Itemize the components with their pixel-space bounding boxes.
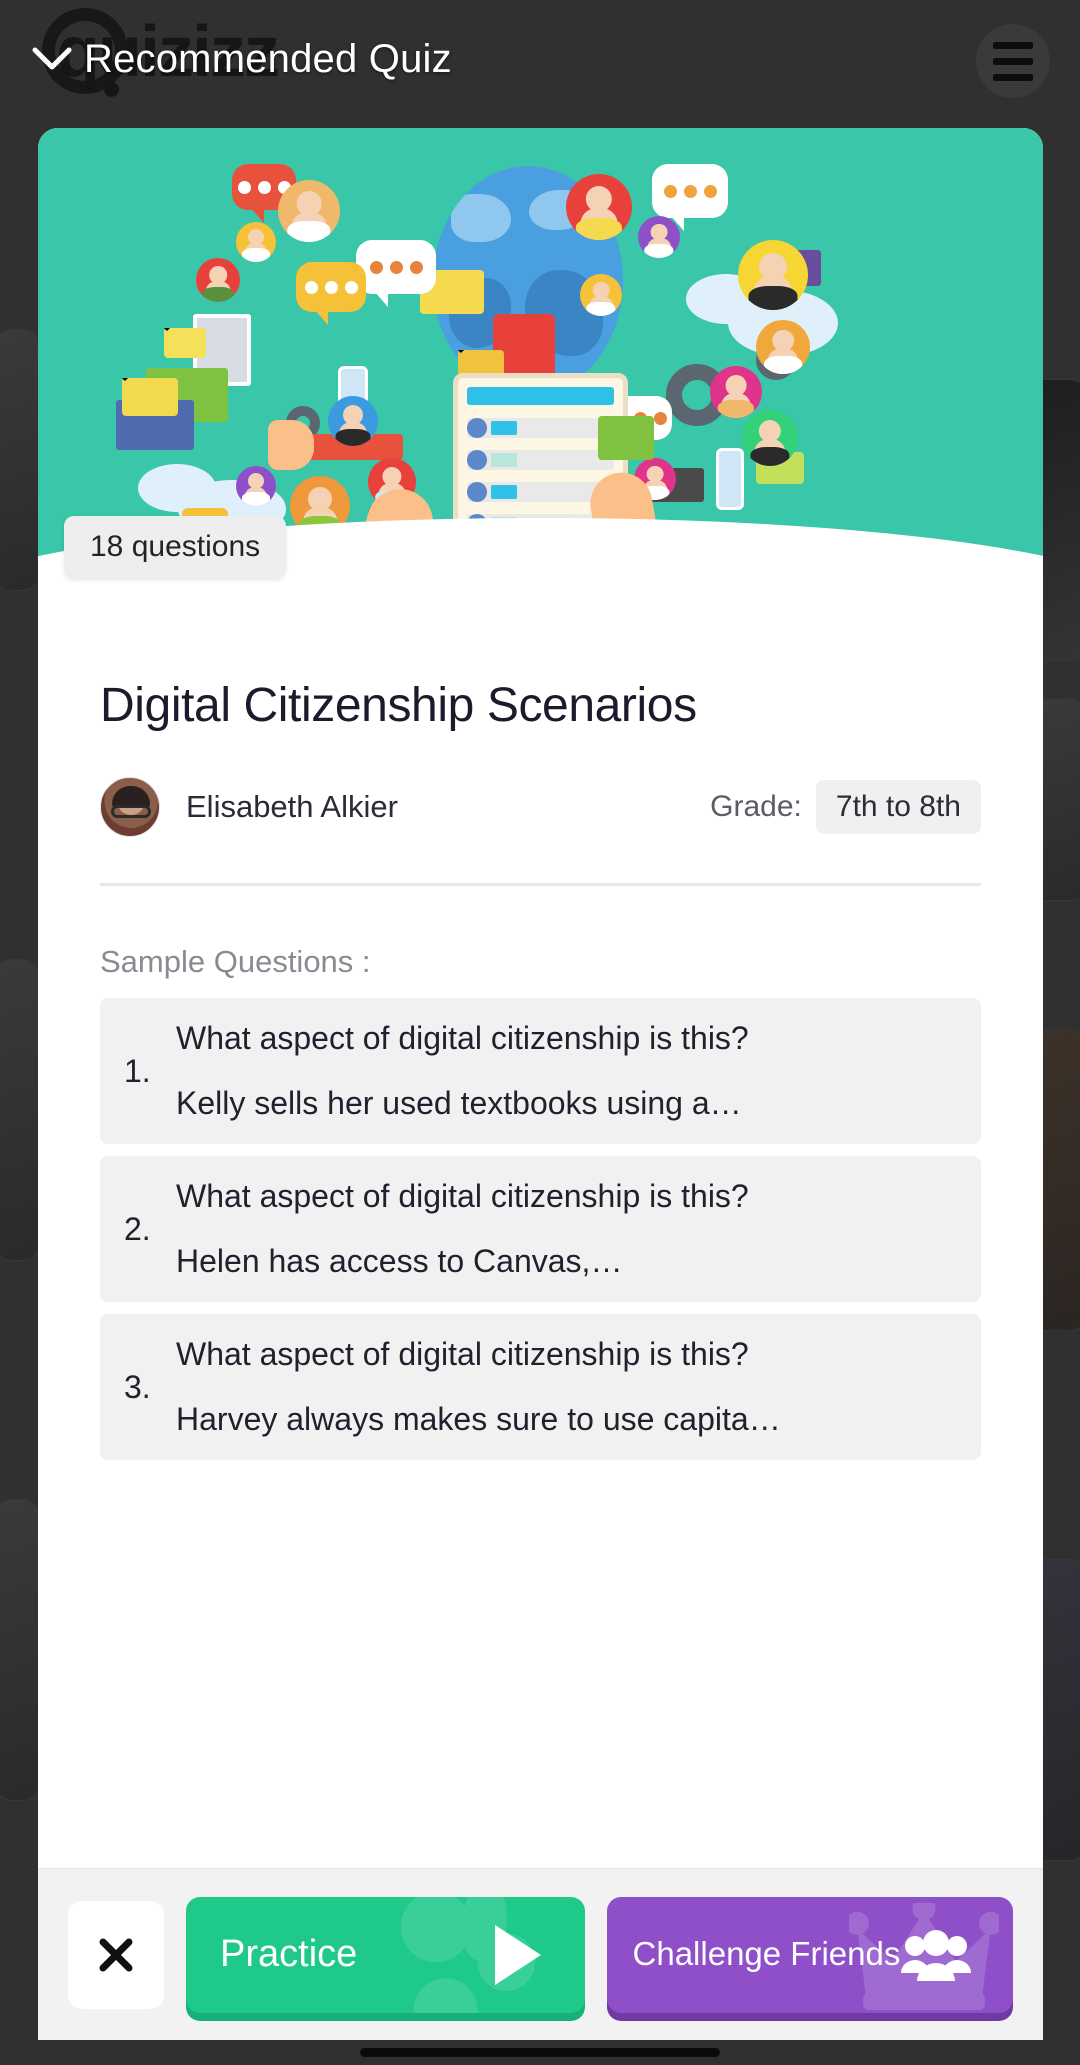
table-row[interactable]: 3. What aspect of digital citizenship is… [100,1314,981,1460]
avatar-icon [742,410,798,466]
avatar-icon [738,240,808,310]
table-row[interactable]: 2. What aspect of digital citizenship is… [100,1156,981,1302]
background-card [0,330,40,590]
grade-group: Grade: 7th to 8th [710,780,981,834]
question-detail: Kelly sells her used textbooks using a… [176,1085,742,1121]
question-prompt: What aspect of digital citizenship is th… [176,1336,749,1372]
close-x-icon [99,1938,133,1971]
practice-label: Practice [220,1933,358,1975]
question-detail: Harvey always makes sure to use capita… [176,1401,781,1437]
top-bar: Recommended Quiz [0,0,1080,118]
app-root: quizizz Recommended Quiz 18 questions Di… [0,0,1080,2065]
question-prompt: What aspect of digital citizenship is th… [176,1178,749,1214]
avatar-icon [278,180,340,242]
digital-communication-illustration [38,128,1043,568]
question-count-badge: 18 questions [64,516,287,578]
question-detail: Helen has access to Canvas,… [176,1243,623,1279]
challenge-friends-label: Challenge Friends [632,1935,901,1973]
bottom-action-bar: Practice Challenge Friends [38,1868,1043,2040]
quiz-meta: Elisabeth Alkier Grade: 7th to 8th [100,777,981,837]
avatar-icon [710,366,762,418]
author-name: Elisabeth Alkier [186,789,398,824]
avatar-icon [638,216,680,258]
author-avatar [100,777,160,837]
envelope-icon [164,328,206,358]
speech-bubble-icon [356,240,436,307]
question-number: 1. [124,1052,151,1089]
question-number: 3. [124,1368,151,1405]
speech-bubble-icon [296,262,366,325]
avatar-icon [196,258,240,302]
grade-badge: 7th to 8th [815,780,981,834]
avatar-icon [756,320,810,374]
quiz-title: Digital Citizenship Scenarios [100,679,697,732]
page-title: Recommended Quiz [84,36,452,81]
play-icon [494,1924,541,1985]
document-icon [598,416,654,460]
quiz-body: Digital Citizenship Scenarios Elisabeth … [38,628,1043,1868]
question-number: 2. [124,1210,151,1247]
practice-button[interactable]: Practice [186,1896,585,2013]
thumbs-up-icon [268,420,314,470]
challenge-friends-button[interactable]: Challenge Friends [606,1896,1013,2013]
hero-section: 18 questions [38,128,1043,628]
envelope-icon [122,378,178,416]
sample-questions-list: 1. What aspect of digital citizenship is… [100,998,981,1460]
table-row[interactable]: 1. What aspect of digital citizenship is… [100,998,981,1144]
quiz-detail-sheet: 18 questions Digital Citizenship Scenari… [38,128,1043,2040]
chevron-down-icon[interactable] [30,37,74,81]
avatar-icon [566,174,632,240]
background-card [0,1500,40,1800]
speech-bubble-icon [652,164,728,231]
home-indicator [360,2048,720,2057]
hamburger-menu-icon[interactable] [976,24,1050,98]
sample-questions-heading: Sample Questions : [100,944,371,979]
avatar-icon [328,396,378,446]
avatar-icon [580,274,622,316]
avatar-icon [236,222,276,262]
question-prompt: What aspect of digital citizenship is th… [176,1020,749,1056]
phone-icon [716,448,744,510]
people-group-icon [901,1929,971,1981]
background-card [0,960,40,1260]
close-button[interactable] [68,1900,164,2009]
grade-label: Grade: [710,790,802,823]
avatar-icon [236,466,276,506]
divider [100,883,981,886]
